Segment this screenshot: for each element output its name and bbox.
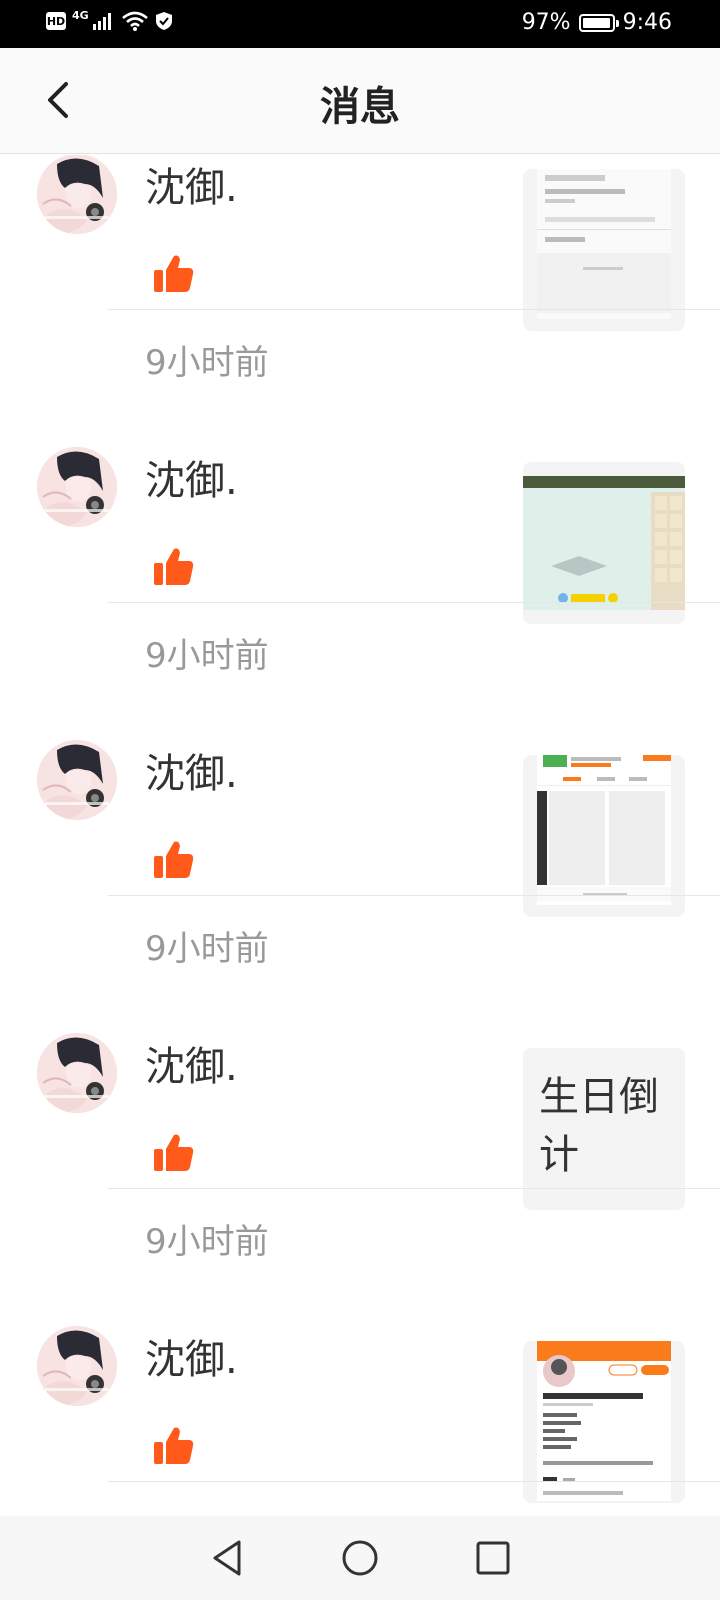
thumbnail-text: 生日倒计 — [539, 1074, 659, 1178]
battery-icon — [578, 13, 619, 32]
clock: 9:46 — [622, 10, 672, 35]
header: 消息 — [0, 48, 720, 154]
nav-back-button[interactable] — [203, 1534, 251, 1582]
notification-row[interactable]: 沈御.9小时前 — [0, 603, 720, 969]
notification-row[interactable]: 沈御.9小时前 — [0, 155, 720, 383]
signal-icon — [92, 13, 111, 30]
page-title: 消息 — [320, 84, 400, 130]
thumbs-up-icon — [152, 1131, 196, 1175]
avatar[interactable] — [37, 447, 117, 527]
user-name[interactable]: 沈御. — [145, 1034, 238, 1092]
user-name[interactable]: 沈御. — [145, 741, 238, 799]
post-thumbnail[interactable] — [523, 755, 685, 917]
user-name[interactable]: 沈御. — [145, 155, 238, 213]
notification-row[interactable]: 沈御.9小时前 — [0, 310, 720, 676]
post-thumbnail[interactable] — [523, 462, 685, 624]
battery-percent: 97% — [521, 10, 571, 35]
nav-recents-button[interactable] — [469, 1534, 517, 1582]
network-type: 4G — [72, 8, 89, 22]
battery-fill — [582, 17, 610, 28]
square-recents-icon — [476, 1541, 510, 1575]
wifi-icon — [121, 11, 148, 31]
post-thumbnail[interactable] — [523, 169, 685, 331]
notification-row[interactable]: 沈御. 9小时前 生日倒计 — [0, 896, 720, 1262]
circle-home-icon — [342, 1540, 378, 1576]
post-thumbnail[interactable] — [523, 1341, 685, 1503]
avatar[interactable] — [37, 1326, 117, 1406]
nav-home-button[interactable] — [336, 1534, 384, 1582]
message-list[interactable]: 沈御.9小时前沈御.9小时前沈御.9小时前沈御.9小时前生日倒计沈御.9小时前 — [0, 155, 720, 1515]
system-nav-bar — [0, 1516, 720, 1600]
triangle-back-icon — [213, 1540, 241, 1576]
shield-icon — [155, 12, 172, 30]
thumbs-up-icon — [152, 1424, 196, 1468]
divider — [108, 1481, 720, 1482]
thumbs-up-icon — [152, 252, 196, 296]
avatar[interactable] — [37, 740, 117, 820]
status-bar: HD 4G 97% 9:46 — [0, 0, 720, 48]
user-name[interactable]: 沈御. — [145, 1327, 238, 1385]
notification-row[interactable]: 沈御.9小时前 — [0, 1189, 720, 1503]
post-thumbnail[interactable]: 生日倒计 — [523, 1048, 685, 1210]
timestamp: 9小时前 — [145, 1507, 269, 1515]
thumbs-up-icon — [152, 545, 196, 589]
user-name[interactable]: 沈御. — [145, 448, 238, 506]
avatar[interactable] — [37, 1033, 117, 1113]
thumbs-up-icon — [152, 838, 196, 882]
hd-badge: HD — [46, 12, 66, 30]
avatar[interactable] — [37, 155, 117, 234]
